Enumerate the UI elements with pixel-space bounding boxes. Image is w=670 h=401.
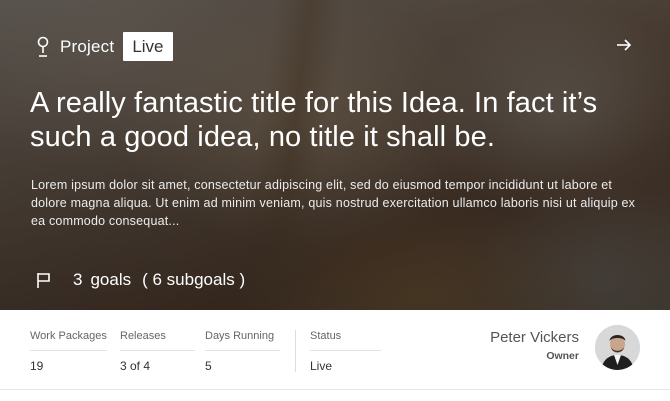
stats-divider — [295, 330, 296, 372]
stat-underline — [120, 350, 195, 351]
avatar[interactable] — [595, 325, 640, 370]
idea-title: A really fantastic title for this Idea. … — [30, 87, 598, 153]
owner-role: Owner — [546, 350, 579, 362]
avatar-image — [595, 325, 640, 370]
stat-label: Days Running — [205, 330, 275, 342]
stat-underline — [205, 350, 280, 351]
project-type-label: Project — [60, 36, 115, 56]
stat-value: Live — [310, 359, 333, 373]
owner-name[interactable]: Peter Vickers — [490, 329, 579, 346]
idea-description: Lorem ipsum dolor sit amet, consectetur … — [31, 178, 636, 228]
stat-label: Status — [310, 330, 342, 342]
subgoals-count: ( 6 subgoals ) — [142, 270, 246, 289]
flag-icon — [37, 273, 50, 288]
goals-count: 3 — [73, 270, 83, 289]
arrow-right-icon[interactable] — [616, 38, 632, 52]
stat-value: 3 of 4 — [120, 359, 151, 373]
stat-label: Work Packages — [30, 330, 107, 342]
status-badge: Live — [123, 32, 173, 61]
card-header: Project Live — [36, 32, 173, 61]
stat-value: 5 — [205, 359, 212, 373]
hero-banner[interactable]: Project Live A really fantastic title fo… — [0, 0, 670, 310]
project-card[interactable]: Project Live A really fantastic title fo… — [0, 0, 670, 401]
pin-icon — [37, 36, 49, 57]
stat-value: 19 — [30, 359, 44, 373]
stat-label: Releases — [120, 330, 166, 342]
stat-underline — [30, 350, 107, 351]
stat-underline — [310, 350, 381, 351]
goals-summary[interactable]: 3 goals ( 6 subgoals ) — [36, 268, 245, 292]
goals-label: goals — [90, 270, 132, 289]
stats-footer: Work Packages 19 Releases 3 of 4 Days Ru… — [0, 310, 670, 390]
